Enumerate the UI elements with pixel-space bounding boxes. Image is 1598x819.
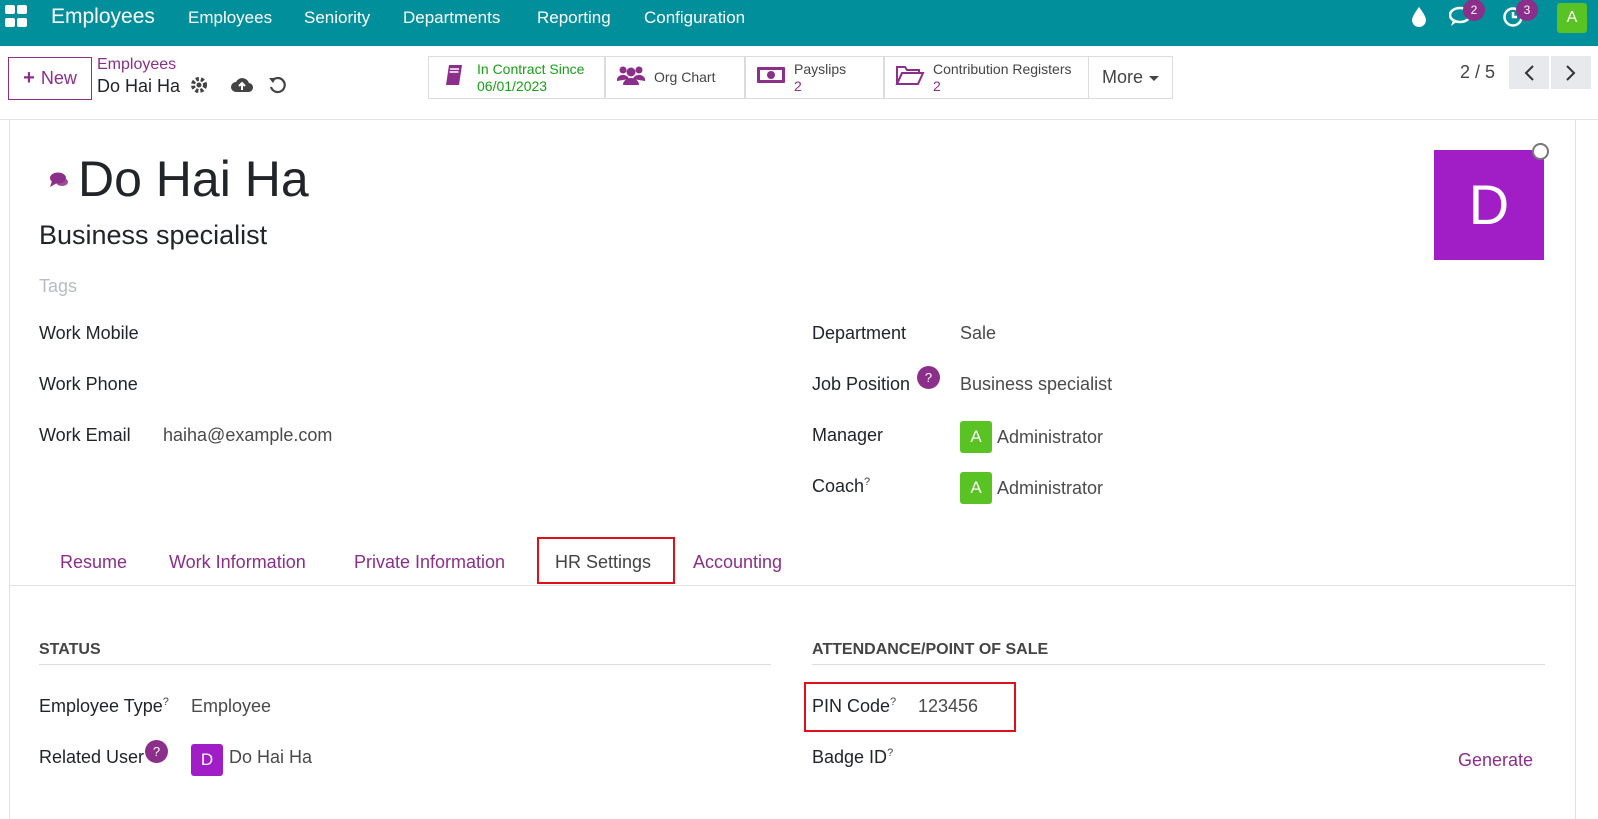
coach-label: Coach? bbox=[812, 476, 871, 496]
folder-open-icon bbox=[895, 64, 925, 92]
employee-type-label: Employee Type? bbox=[39, 696, 169, 716]
app-brand[interactable]: Employees bbox=[51, 5, 155, 29]
discard-undo-icon[interactable] bbox=[268, 76, 286, 99]
department-field[interactable]: Sale bbox=[960, 323, 996, 344]
new-button[interactable]: + New bbox=[8, 57, 92, 100]
menu-departments[interactable]: Departments bbox=[403, 8, 500, 28]
caret-down-icon bbox=[1149, 76, 1159, 81]
smart-button-contract[interactable]: In Contract Since 06/01/2023 bbox=[428, 56, 605, 99]
tab-private-information[interactable]: Private Information bbox=[354, 552, 505, 573]
contract-book-icon bbox=[439, 64, 469, 92]
generate-badge-link[interactable]: Generate bbox=[1458, 750, 1533, 771]
coach-avatar: A bbox=[960, 472, 992, 504]
menu-reporting[interactable]: Reporting bbox=[537, 8, 611, 28]
money-bill-icon bbox=[756, 65, 786, 91]
department-label: Department bbox=[812, 323, 907, 343]
chevron-right-icon bbox=[1566, 64, 1576, 81]
employee-type-field[interactable]: Employee bbox=[191, 696, 271, 717]
smart-button-payslips[interactable]: Payslips 2 bbox=[745, 56, 884, 99]
control-panel: + New Employees Do Hai Ha In Contract Si… bbox=[0, 46, 1598, 120]
menu-seniority[interactable]: Seniority bbox=[304, 8, 370, 28]
employee-avatar[interactable]: D bbox=[1434, 150, 1544, 260]
related-user-field[interactable]: Do Hai Ha bbox=[229, 747, 312, 768]
work-phone-label: Work Phone bbox=[39, 374, 138, 394]
messages-count-badge: 2 bbox=[1463, 0, 1485, 21]
smart-org-chart-label: Org Chart bbox=[654, 69, 716, 85]
job-position-label: Job Position bbox=[812, 374, 911, 394]
employee-name[interactable]: Do Hai Ha bbox=[78, 150, 309, 208]
manager-avatar: A bbox=[960, 421, 992, 453]
pager-next-button[interactable] bbox=[1551, 56, 1591, 89]
tabs-divider bbox=[9, 585, 1576, 586]
smart-button-org-chart[interactable]: Org Chart bbox=[605, 56, 745, 99]
users-icon bbox=[616, 64, 646, 92]
attendance-section-divider bbox=[812, 664, 1545, 665]
tab-accounting[interactable]: Accounting bbox=[693, 552, 782, 573]
smart-payslips-label: Payslips bbox=[794, 60, 847, 77]
work-mobile-label: Work Mobile bbox=[39, 323, 139, 343]
status-section-title: STATUS bbox=[39, 641, 101, 658]
apps-menu-icon[interactable] bbox=[5, 5, 29, 29]
presence-status-icon bbox=[1532, 143, 1549, 160]
badge-id-label: Badge ID? bbox=[812, 747, 894, 767]
top-navbar: Employees Employees Seniority Department… bbox=[0, 0, 1598, 46]
tab-resume[interactable]: Resume bbox=[60, 552, 127, 573]
menu-configuration[interactable]: Configuration bbox=[644, 8, 745, 28]
tags-input[interactable]: Tags bbox=[39, 276, 77, 297]
status-section-divider bbox=[39, 664, 771, 665]
smart-contribution-label: Contribution Registers bbox=[933, 60, 1072, 77]
attendance-section-title: ATTENDANCE/POINT OF SALE bbox=[812, 641, 1049, 658]
related-user-help-icon[interactable]: ? bbox=[145, 740, 168, 763]
chat-status-icon bbox=[49, 171, 69, 194]
pin-code-highlight bbox=[804, 682, 1016, 732]
smart-contract-label: In Contract Since bbox=[477, 60, 585, 77]
related-user-label: Related User bbox=[39, 747, 145, 767]
save-cloud-icon[interactable] bbox=[231, 76, 254, 99]
pager-previous-button[interactable] bbox=[1509, 56, 1549, 89]
plus-icon: + bbox=[23, 67, 35, 89]
breadcrumb-current: Do Hai Ha bbox=[97, 76, 181, 96]
tab-work-information[interactable]: Work Information bbox=[169, 552, 306, 573]
menu-employees[interactable]: Employees bbox=[188, 8, 272, 28]
debug-drop-icon[interactable] bbox=[1411, 6, 1427, 34]
hr-settings-highlight bbox=[537, 537, 675, 584]
smart-contract-value: 06/01/2023 bbox=[477, 77, 548, 94]
user-avatar[interactable]: A bbox=[1557, 3, 1587, 33]
manager-label: Manager bbox=[812, 425, 884, 445]
breadcrumb-employees[interactable]: Employees bbox=[97, 56, 176, 74]
more-label: More bbox=[1101, 67, 1143, 87]
employee-type-help-icon[interactable]: ? bbox=[163, 696, 169, 708]
pager-value[interactable]: 2 / 5 bbox=[1460, 62, 1495, 83]
manager-field[interactable]: Administrator bbox=[997, 427, 1103, 448]
coach-help-icon[interactable]: ? bbox=[864, 476, 870, 488]
related-user-avatar: D bbox=[191, 744, 223, 776]
badge-id-help-icon[interactable]: ? bbox=[887, 747, 893, 759]
gear-icon[interactable] bbox=[190, 76, 208, 99]
job-position-field[interactable]: Business specialist bbox=[960, 374, 1112, 395]
activities-count-badge: 3 bbox=[1516, 0, 1538, 21]
coach-field[interactable]: Administrator bbox=[997, 478, 1103, 499]
work-email-field[interactable]: haiha@example.com bbox=[163, 425, 332, 446]
work-email-label: Work Email bbox=[39, 425, 131, 445]
new-button-label: New bbox=[40, 68, 77, 88]
chevron-left-icon bbox=[1524, 64, 1534, 81]
employee-job-title[interactable]: Business specialist bbox=[39, 220, 267, 251]
smart-button-contribution-registers[interactable]: Contribution Registers 2 bbox=[884, 56, 1089, 99]
smart-payslips-value: 2 bbox=[794, 77, 802, 94]
more-dropdown-button[interactable]: More bbox=[1088, 56, 1173, 99]
smart-contribution-value: 2 bbox=[933, 77, 941, 94]
job-position-help-icon[interactable]: ? bbox=[917, 366, 940, 389]
